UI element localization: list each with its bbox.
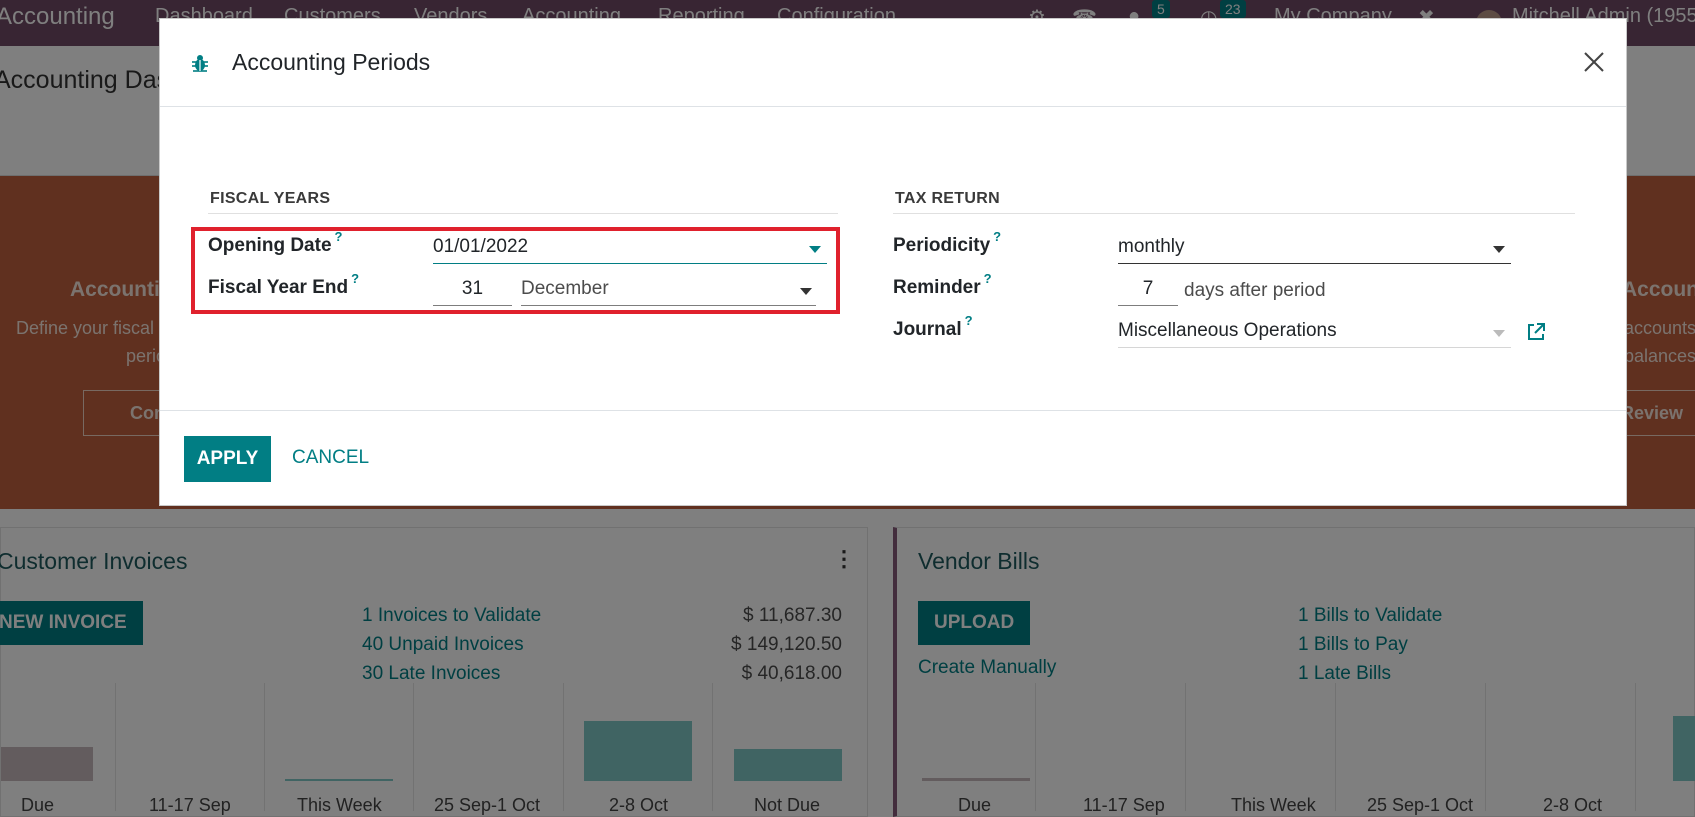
bug-icon [192, 55, 208, 72]
fiscal-years-divider [208, 213, 838, 214]
periodicity-dropdown-icon[interactable] [1493, 246, 1505, 253]
highlight-box [191, 227, 840, 314]
close-icon[interactable] [1581, 49, 1607, 75]
reminder-days-input[interactable]: 7 [1118, 274, 1178, 306]
fiscal-years-section-title: FISCAL YEARS [210, 190, 331, 207]
cancel-button[interactable]: CANCEL [292, 447, 369, 469]
periodicity-label: Periodicity? [893, 229, 1001, 257]
modal-footer-divider [160, 410, 1626, 411]
reminder-label: Reminder? [893, 271, 992, 299]
periodicity-select[interactable]: monthly [1118, 232, 1511, 264]
apply-button[interactable]: APPLY [184, 436, 271, 482]
tax-return-section-title: TAX RETURN [895, 190, 1000, 207]
modal-title: Accounting Periods [232, 49, 431, 75]
tax-return-divider [893, 213, 1575, 214]
journal-label-text: Journal [893, 319, 962, 340]
reminder-value: 7 [1142, 278, 1154, 299]
reminder-suffix: days after period [1184, 280, 1326, 301]
journal-select[interactable]: Miscellaneous Operations [1118, 316, 1511, 348]
modal-header: Accounting Periods [160, 19, 1626, 107]
journal-dropdown-icon[interactable] [1493, 330, 1505, 337]
periodicity-label-text: Periodicity [893, 235, 991, 256]
journal-value: Miscellaneous Operations [1118, 320, 1337, 341]
reminder-label-text: Reminder [893, 277, 981, 298]
reminder-help-icon[interactable]: ? [984, 271, 992, 286]
external-link-icon[interactable] [1525, 321, 1547, 343]
accounting-periods-dialog: Accounting Periods FISCAL YEARS Opening … [159, 18, 1627, 506]
journal-help-icon[interactable]: ? [965, 313, 973, 328]
journal-label: Journal? [893, 313, 973, 341]
periodicity-help-icon[interactable]: ? [993, 229, 1001, 244]
periodicity-value: monthly [1118, 236, 1185, 257]
